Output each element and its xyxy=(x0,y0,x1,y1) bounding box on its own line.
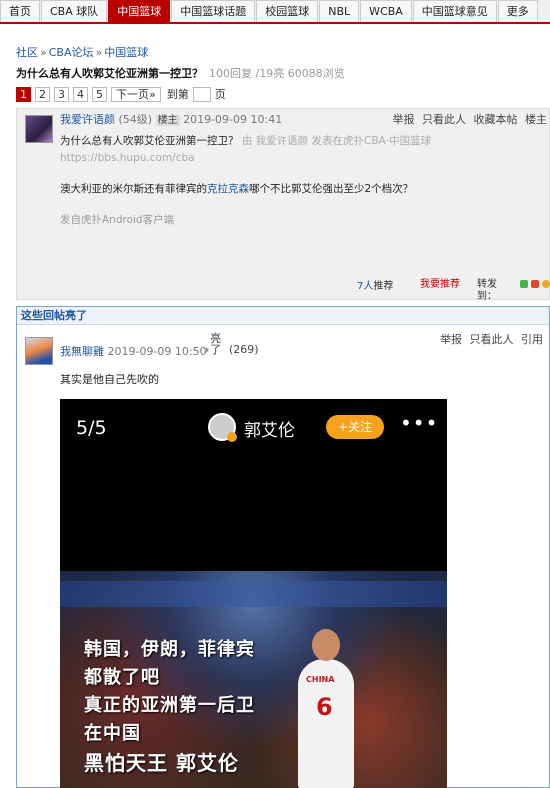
recommend-button[interactable]: 我要推荐 xyxy=(420,279,460,291)
wechat-icon[interactable] xyxy=(520,280,528,288)
nav-tab[interactable]: WCBA xyxy=(360,0,412,22)
breadcrumb: 社区» CBA论坛» 中国篮球 xyxy=(16,44,148,60)
caption-line: 都散了吧 xyxy=(84,667,160,688)
nav-tab[interactable]: CBA 球队 xyxy=(41,0,108,22)
nav-tab[interactable]: 中国篮球意见 xyxy=(412,0,497,22)
qzone-icon[interactable] xyxy=(542,280,550,288)
player-head xyxy=(312,629,340,661)
follow-button: +关注 xyxy=(326,415,384,439)
account-avatar xyxy=(208,413,237,442)
avatar[interactable] xyxy=(25,337,53,365)
recommend-count: 7人推荐 xyxy=(357,281,394,292)
post-author-line: 我爱许语颜 (54级) 楼主 2019-09-09 10:41 xyxy=(60,111,282,127)
top-nav: 首页 CBA 球队 中国篮球 中国篮球话题 校园篮球 NBL WCBA 中国篮球意见 更多 xyxy=(0,0,550,24)
jersey-number: 6 xyxy=(316,693,333,721)
page-indicator: 5/5 xyxy=(76,417,107,439)
light-label[interactable]: 亮了 xyxy=(210,333,224,355)
nav-tab[interactable]: NBL xyxy=(319,0,360,22)
only-this-user-link[interactable]: 只看此人 xyxy=(422,113,466,126)
thread-stats: 100回复 /19亮 60088浏览 xyxy=(209,67,345,80)
light-button[interactable]: ♦亮了 (269) xyxy=(203,333,259,356)
page-4-button[interactable]: 4 xyxy=(73,86,88,102)
nav-tab[interactable]: 中国篮球话题 xyxy=(171,0,256,22)
report-link[interactable]: 举报 xyxy=(393,113,415,126)
more-icon: ••• xyxy=(400,411,439,435)
post-body: 为什么总有人吹郭艾伦亚洲第一控卫？ 由 我爱许语颜 发表在虎扑CBA·中国篮球 … xyxy=(60,133,545,243)
next-page-button[interactable]: 下一页» xyxy=(111,86,161,102)
main-post: 我爱许语颜 (54级) 楼主 2019-09-09 10:41 举报 只看此人 … xyxy=(16,108,550,302)
jump-page-input[interactable] xyxy=(192,86,211,102)
caption-line: 真正的亚洲第一后卫 xyxy=(84,695,255,716)
pagination: 1 2 3 4 5 下一页» 到第 页 xyxy=(16,86,226,102)
avatar[interactable] xyxy=(25,115,53,143)
highlighted-replies: 这些回帖亮了 我無聊雞 2019-09-09 10:50 ♦亮了 (269) 举… xyxy=(16,306,550,788)
reply-text: 其实是他自己先吹的 xyxy=(60,373,159,386)
reply-image[interactable]: 5/5 郭艾伦 +关注 ••• CHINA 6 韩国，伊朗，菲律宾 都散了吧 真… xyxy=(60,399,447,788)
breadcrumb-cba-forum[interactable]: CBA论坛 xyxy=(49,46,94,59)
thread-title-row: 为什么总有人吹郭艾伦亚洲第一控卫？ 100回复 /19亮 60088浏览 xyxy=(16,65,345,81)
nav-tab[interactable]: 更多 xyxy=(497,0,538,22)
nav-tab[interactable]: 首页 xyxy=(0,0,40,22)
author-name[interactable]: 我爱许语颜 xyxy=(60,113,115,126)
player-figure: CHINA 6 xyxy=(298,629,354,788)
share-label: 转发到： xyxy=(477,279,497,302)
breadcrumb-community[interactable]: 社区 xyxy=(16,46,38,59)
op-badge: 楼主 xyxy=(155,115,180,126)
client-signature: 发自虎扑Android客户端 xyxy=(60,214,175,226)
quote-link[interactable]: 引用 xyxy=(521,333,543,346)
floor-label: 楼主 xyxy=(525,113,547,126)
post-actions: 举报 只看此人 收藏本帖 楼主 xyxy=(389,111,548,127)
caption-line: 韩国，伊朗，菲律宾 xyxy=(84,639,255,660)
post-quote-title: 为什么总有人吹郭艾伦亚洲第一控卫？ xyxy=(60,135,239,147)
reply-author-line: 我無聊雞 2019-09-09 10:50 xyxy=(60,343,207,359)
jump-label: 到第 xyxy=(166,88,189,101)
post-text-cont: 哪个不比郭艾伦强出至少2个档次？ xyxy=(249,183,414,195)
caption-line: 黑怕天王 郭艾伦 xyxy=(84,751,239,775)
post-text: 澳大利亚的米尔斯还有菲律宾的 xyxy=(60,183,207,195)
weibo-icon[interactable] xyxy=(531,280,539,288)
light-count: (269) xyxy=(229,343,259,356)
report-link[interactable]: 举报 xyxy=(440,333,462,346)
replies-header: 这些回帖亮了 xyxy=(17,307,549,325)
verified-icon xyxy=(227,432,237,442)
author-level: (54级) xyxy=(118,113,153,126)
favorite-link[interactable]: 收藏本帖 xyxy=(474,113,518,126)
page-3-button[interactable]: 3 xyxy=(54,86,69,102)
light-icon: ♦ xyxy=(203,346,211,355)
breadcrumb-separator: » xyxy=(95,46,103,59)
reply-time: 2019-09-09 10:50 xyxy=(107,345,207,358)
page-5-button[interactable]: 5 xyxy=(92,86,107,102)
caption-line: 在中国 xyxy=(84,723,141,744)
reply-author-name[interactable]: 我無聊雞 xyxy=(60,345,104,358)
jump-suffix: 页 xyxy=(214,88,226,101)
player-link[interactable]: 克拉克森 xyxy=(207,183,249,195)
arena-banner xyxy=(60,581,447,607)
breadcrumb-china-basketball[interactable]: 中国篮球 xyxy=(104,46,148,59)
jersey-text: CHINA xyxy=(306,675,335,684)
breadcrumb-separator: » xyxy=(40,46,47,59)
nav-tab[interactable]: 校园篮球 xyxy=(256,0,319,22)
page-1-button[interactable]: 1 xyxy=(16,86,31,102)
nav-tab[interactable]: 中国篮球 xyxy=(108,0,171,22)
page-2-button[interactable]: 2 xyxy=(35,86,50,102)
only-this-user-link[interactable]: 只看此人 xyxy=(470,333,514,346)
post-time: 2019-09-09 10:41 xyxy=(183,113,283,126)
thread-title: 为什么总有人吹郭艾伦亚洲第一控卫？ xyxy=(16,67,203,80)
account-name: 郭艾伦 xyxy=(244,421,295,441)
reply-actions: 举报 只看此人 引用 xyxy=(436,331,543,347)
